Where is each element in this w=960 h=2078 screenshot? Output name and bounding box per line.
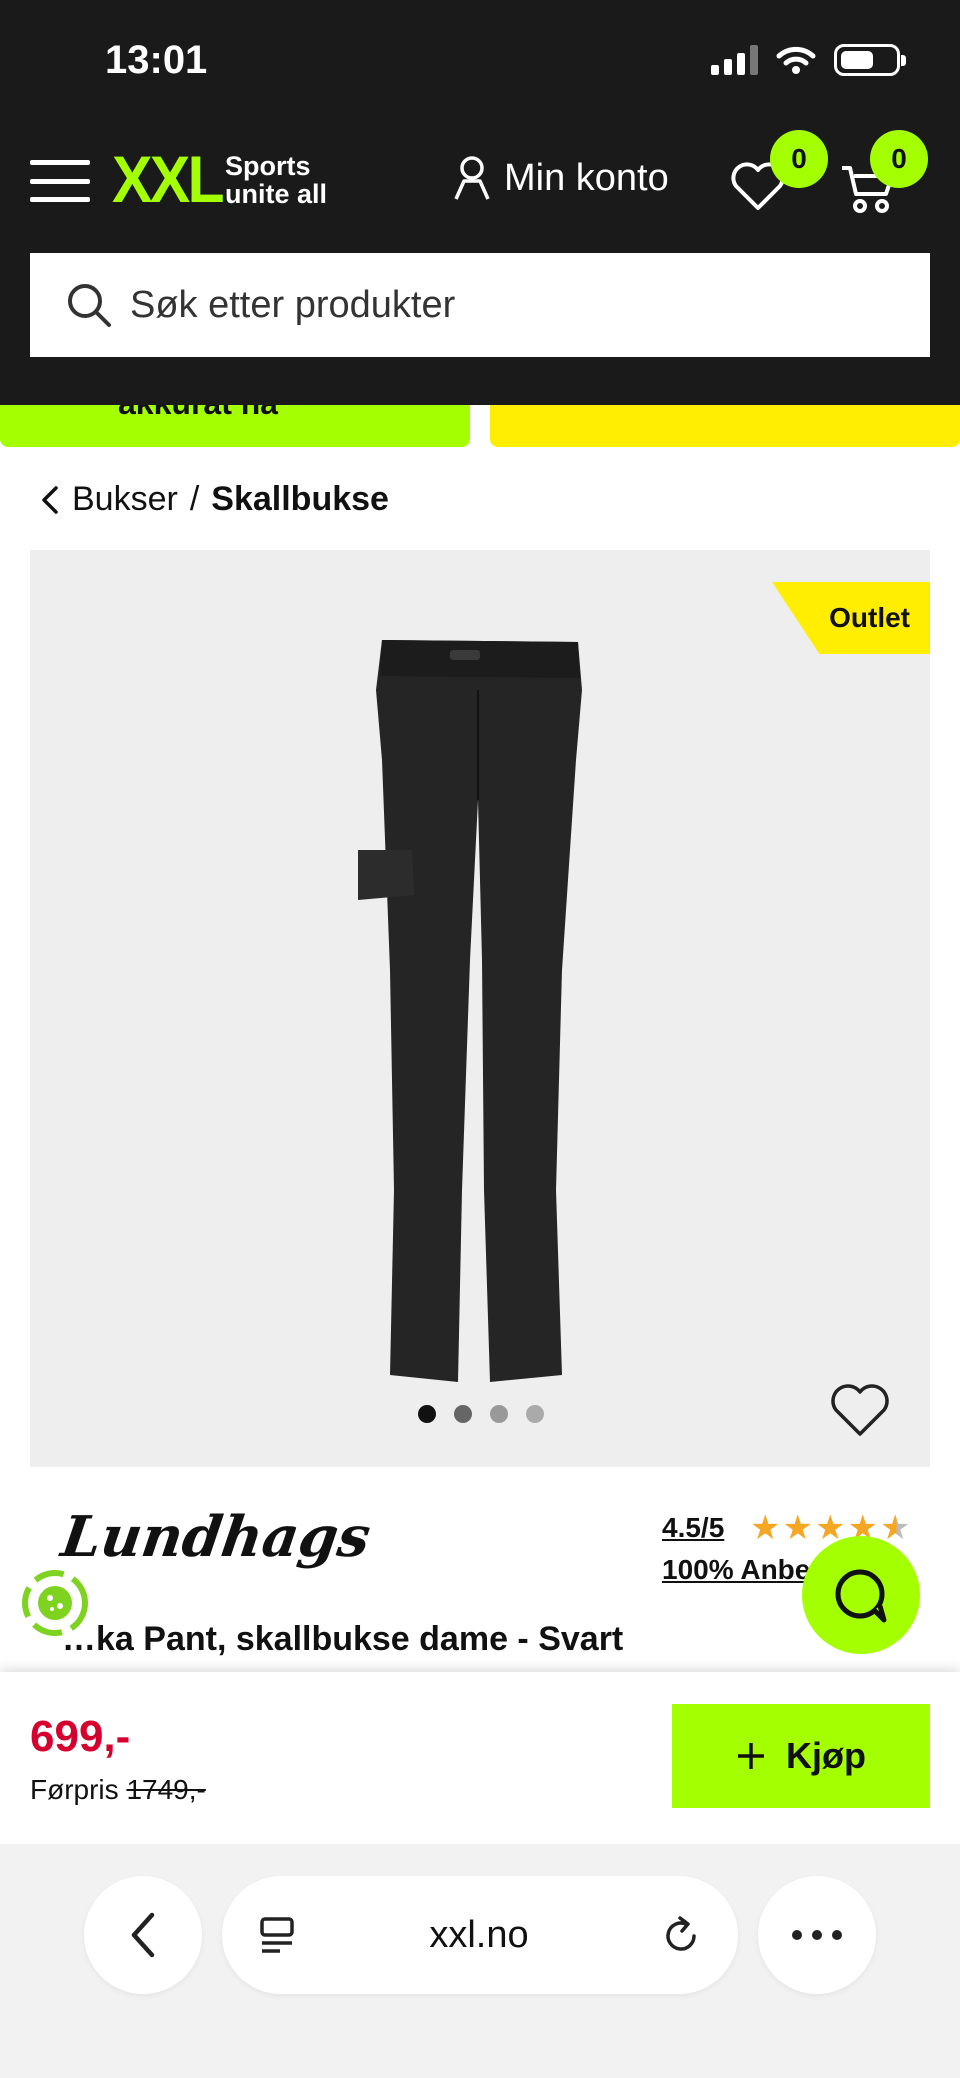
page-menu-icon[interactable]	[258, 1915, 298, 1955]
browser-more-button[interactable]	[758, 1876, 876, 1994]
heart-outline-icon	[831, 1384, 889, 1436]
more-icon	[792, 1930, 842, 1940]
previous-price-value: 1749,-	[126, 1774, 206, 1805]
logo-tagline: Sports unite all	[225, 152, 327, 208]
buy-button[interactable]: Kjøp	[672, 1704, 930, 1808]
wishlist-button[interactable]: 0	[730, 130, 828, 217]
breadcrumb-parent[interactable]: Bukser	[72, 480, 178, 519]
cart-count-badge: 0	[870, 130, 928, 188]
buy-bar: 699,- Førpris 1749,- Kjøp	[0, 1672, 960, 1844]
carousel-dot[interactable]	[418, 1405, 436, 1423]
xxl-logo[interactable]: XXL	[112, 146, 225, 212]
status-icons	[711, 44, 906, 76]
menu-icon[interactable]	[30, 160, 90, 202]
browser-back-button[interactable]	[84, 1876, 202, 1994]
recommend-rate[interactable]: 100% Anbe	[662, 1554, 810, 1586]
carousel-dot[interactable]	[454, 1405, 472, 1423]
account-label: Min konto	[504, 156, 669, 199]
product-title: …ka Pant, skallbukse dame - Svart	[62, 1620, 624, 1658]
wishlist-count-badge: 0	[770, 130, 828, 188]
brand-logo[interactable]: Lundhags	[57, 1504, 374, 1570]
user-icon	[454, 156, 490, 200]
search-icon	[68, 284, 111, 327]
outlet-badge: Outlet	[772, 582, 930, 654]
browser-toolbar: xxl.no	[0, 1844, 960, 2078]
chevron-left-icon	[131, 1912, 155, 1958]
breadcrumb-current: Skallbukse	[211, 480, 389, 518]
battery-icon	[834, 44, 906, 76]
search-placeholder: Søk etter produkter	[130, 283, 456, 326]
previous-price-label: Førpris	[30, 1774, 119, 1805]
reload-icon[interactable]	[660, 1914, 702, 1956]
plus-icon	[738, 1743, 764, 1769]
product-image-gallery[interactable]: Outlet	[30, 550, 930, 1467]
buy-button-label: Kjøp	[786, 1735, 866, 1776]
current-price: 699,-	[30, 1712, 131, 1761]
wifi-icon	[776, 46, 816, 74]
account-link[interactable]: Min konto	[452, 155, 669, 201]
promo-green-text: akkurat nå	[118, 405, 278, 422]
rating-score[interactable]: 4.5/5	[662, 1512, 724, 1544]
carousel-dot[interactable]	[490, 1405, 508, 1423]
product-image[interactable]	[330, 630, 630, 1390]
breadcrumb: Bukser / Skallbukse	[40, 480, 389, 519]
cart-button[interactable]: 0	[840, 130, 928, 219]
carousel-dot[interactable]	[526, 1405, 544, 1423]
url-text: xxl.no	[429, 1913, 529, 1956]
signal-icon	[711, 45, 758, 75]
favorite-button[interactable]	[830, 1382, 890, 1443]
star-icon: ★	[782, 1509, 813, 1547]
image-carousel-dots	[418, 1405, 544, 1423]
promo-banner-yellow[interactable]	[490, 405, 960, 447]
logo-tagline-line-1: Sports	[225, 151, 311, 181]
star-icon: ★	[750, 1509, 781, 1547]
previous-price: Førpris 1749,-	[30, 1774, 206, 1806]
address-bar[interactable]: xxl.no	[222, 1876, 738, 1994]
chevron-left-icon[interactable]	[40, 484, 60, 516]
status-time: 13:01	[105, 38, 208, 82]
search-bar[interactable]: Søk etter produkter	[30, 253, 930, 357]
chat-icon	[835, 1569, 887, 1623]
site-header: 13:01 XXL Sports unite all Min konto 0 0…	[0, 0, 960, 405]
promo-banner-green[interactable]: akkurat nå	[0, 405, 470, 447]
breadcrumb-separator: /	[189, 480, 200, 518]
chat-button[interactable]	[802, 1536, 920, 1654]
logo-tagline-line-2: unite all	[225, 179, 328, 209]
